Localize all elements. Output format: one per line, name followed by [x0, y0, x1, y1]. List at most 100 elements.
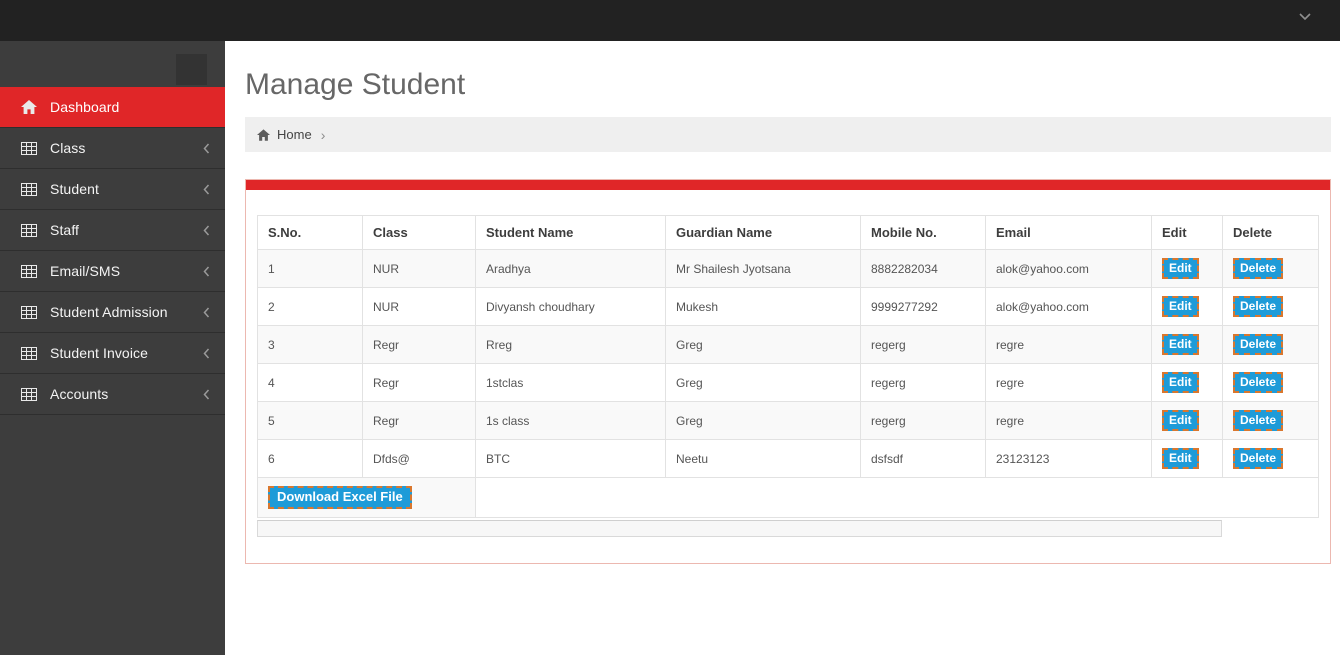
- cell-edit: Edit: [1151, 287, 1223, 326]
- cell-email: 23123123: [985, 439, 1152, 478]
- sidebar-item-email-sms[interactable]: Email/SMS: [0, 251, 225, 292]
- cell-email: alok@yahoo.com: [985, 249, 1152, 288]
- delete-button[interactable]: Delete: [1233, 448, 1284, 469]
- chevron-left-icon: [203, 184, 211, 195]
- cell-class: Regr: [362, 325, 476, 364]
- sidebar-item-staff[interactable]: Staff: [0, 210, 225, 251]
- panel-accent-bar: [246, 180, 1330, 190]
- main-content: Manage Student Home › S.No. Class Student …: [225, 41, 1340, 655]
- cell-student-name: 1s class: [475, 401, 666, 440]
- cell-class: Regr: [362, 401, 476, 440]
- column-header-s-no-: S.No.: [257, 215, 363, 250]
- breadcrumb-separator-icon: ›: [320, 126, 326, 143]
- cell-mobile: regerg: [860, 363, 986, 402]
- cell-edit: Edit: [1151, 249, 1223, 288]
- table-icon: [21, 264, 38, 279]
- cell-sno: 3: [257, 325, 363, 364]
- sidebar-item-dashboard[interactable]: Dashboard: [0, 87, 225, 128]
- edit-button[interactable]: Edit: [1162, 372, 1199, 393]
- cell-guardian-name: Neetu: [665, 439, 861, 478]
- cell-mobile: regerg: [860, 325, 986, 364]
- cell-guardian-name: Greg: [665, 325, 861, 364]
- page-title: Manage Student: [245, 68, 466, 101]
- chevron-down-icon[interactable]: [1296, 8, 1314, 26]
- download-excel-cell: Download Excel File: [257, 477, 476, 518]
- delete-button[interactable]: Delete: [1233, 334, 1284, 355]
- sidebar-item-student-admission[interactable]: Student Admission: [0, 292, 225, 333]
- delete-button[interactable]: Delete: [1233, 410, 1284, 431]
- cell-class: Regr: [362, 363, 476, 402]
- chevron-left-icon: [203, 348, 211, 359]
- sidebar-item-student[interactable]: Student: [0, 169, 225, 210]
- delete-button[interactable]: Delete: [1233, 296, 1284, 317]
- cell-mobile: 8882282034: [860, 249, 986, 288]
- cell-student-name: 1stclas: [475, 363, 666, 402]
- cell-guardian-name: Greg: [665, 363, 861, 402]
- cell-mobile: 9999277292: [860, 287, 986, 326]
- home-icon: [21, 100, 38, 115]
- sidebar-item-class[interactable]: Class: [0, 128, 225, 169]
- cell-delete: Delete: [1222, 401, 1319, 440]
- download-excel-button[interactable]: Download Excel File: [268, 486, 412, 509]
- cell-mobile: dsfsdf: [860, 439, 986, 478]
- edit-button[interactable]: Edit: [1162, 258, 1199, 279]
- table-header-row: S.No. Class Student Name Guardian Name Mobil…: [257, 215, 1319, 250]
- cell-sno: 6: [257, 439, 363, 478]
- cell-sno: 5: [257, 401, 363, 440]
- chevron-left-icon: [203, 266, 211, 277]
- column-header-mobile-no-: Mobile No.: [860, 215, 986, 250]
- column-header-student-name: Student Name: [475, 215, 666, 250]
- cell-delete: Delete: [1222, 439, 1319, 478]
- column-header-class: Class: [362, 215, 476, 250]
- sidebar-item-label: Dashboard: [50, 99, 120, 115]
- table-icon: [21, 223, 38, 238]
- student-table-panel: S.No. Class Student Name Guardian Name Mobil…: [245, 179, 1331, 564]
- delete-button[interactable]: Delete: [1233, 258, 1284, 279]
- cell-student-name: Rreg: [475, 325, 666, 364]
- sidebar-item-accounts[interactable]: Accounts: [0, 374, 225, 415]
- table-row: 4 Regr 1stclas Greg regerg regre Edit Delete: [257, 363, 1319, 402]
- cell-class: NUR: [362, 287, 476, 326]
- sidebar-item-label: Student Admission: [50, 304, 168, 320]
- sidebar-toggle-button[interactable]: [176, 54, 207, 85]
- table-row: 6 Dfds@ BTC Neetu dsfsdf 23123123 Edit Delete: [257, 439, 1319, 478]
- delete-button[interactable]: Delete: [1233, 372, 1284, 393]
- sidebar-item-label: Class: [50, 140, 86, 156]
- panel-body: S.No. Class Student Name Guardian Name Mobil…: [246, 190, 1330, 563]
- sidebar-menu: Dashboard Class Student Staff Email/SMS Stude…: [0, 87, 225, 415]
- sidebar-item-label: Email/SMS: [50, 263, 121, 279]
- edit-button[interactable]: Edit: [1162, 334, 1199, 355]
- cell-edit: Edit: [1151, 325, 1223, 364]
- cell-student-name: BTC: [475, 439, 666, 478]
- top-navbar: [0, 0, 1340, 41]
- sidebar-item-student-invoice[interactable]: Student Invoice: [0, 333, 225, 374]
- edit-button[interactable]: Edit: [1162, 296, 1199, 317]
- cell-guardian-name: Greg: [665, 401, 861, 440]
- cell-delete: Delete: [1222, 325, 1319, 364]
- column-header-email: Email: [985, 215, 1152, 250]
- cell-edit: Edit: [1151, 363, 1223, 402]
- horizontal-scrollbar[interactable]: [257, 520, 1222, 537]
- edit-button[interactable]: Edit: [1162, 410, 1199, 431]
- breadcrumb: Home ›: [245, 117, 1331, 152]
- table-icon: [21, 141, 38, 156]
- cell-student-name: Aradhya: [475, 249, 666, 288]
- sidebar-header: [0, 41, 225, 87]
- chevron-left-icon: [203, 225, 211, 236]
- cell-sno: 4: [257, 363, 363, 402]
- cell-sno: 2: [257, 287, 363, 326]
- cell-student-name: Divyansh choudhary: [475, 287, 666, 326]
- column-header-delete: Delete: [1222, 215, 1319, 250]
- sidebar-item-label: Student: [50, 181, 99, 197]
- cell-class: NUR: [362, 249, 476, 288]
- students-table: S.No. Class Student Name Guardian Name Mobil…: [257, 215, 1319, 518]
- table-icon: [21, 305, 38, 320]
- table-row: 5 Regr 1s class Greg regerg regre Edit Delete: [257, 401, 1319, 440]
- chevron-left-icon: [203, 389, 211, 400]
- cell-edit: Edit: [1151, 401, 1223, 440]
- table-icon: [21, 346, 38, 361]
- cell-email: regre: [985, 325, 1152, 364]
- table-footer-row: Download Excel File: [257, 477, 1319, 518]
- breadcrumb-home-link[interactable]: Home: [277, 127, 312, 142]
- edit-button[interactable]: Edit: [1162, 448, 1199, 469]
